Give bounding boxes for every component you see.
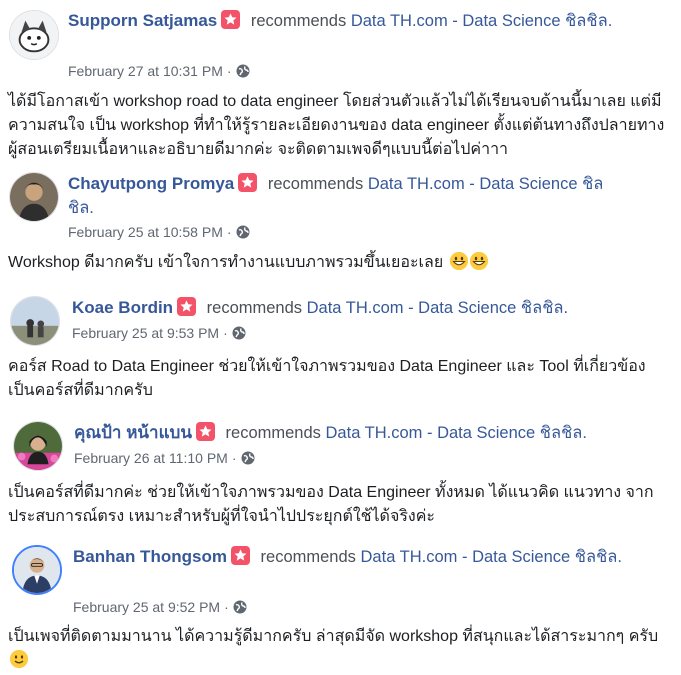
recommends-label: recommends — [260, 548, 356, 566]
review-text: ได้มีโอกาสเข้า workshop road to data eng… — [8, 93, 665, 158]
avatar[interactable] — [9, 10, 59, 60]
page-link[interactable]: Data TH.com - Data Science ชิลชิล. — [307, 299, 568, 317]
review-meta: February 25 at 10:58 PM · — [68, 223, 250, 241]
timestamp[interactable]: February 26 at 11:10 PM — [74, 450, 228, 466]
review-text: เป็นเพจที่ติดตามมานาน ได้ความรู้ดีมากครั… — [8, 625, 668, 673]
recommends-label: recommends — [267, 175, 364, 193]
review-header: Supporn Satjamas recommends Data TH.com … — [68, 9, 628, 33]
smiling-face-emoji — [10, 650, 28, 668]
separator: · — [226, 63, 232, 79]
globe-icon — [232, 326, 246, 340]
timestamp[interactable]: February 25 at 10:58 PM — [68, 224, 223, 240]
recommend-star-icon — [195, 422, 215, 441]
review-header: Chayutpong Promya recommends Data TH.com… — [68, 172, 628, 220]
recommends-label: recommends — [206, 299, 303, 317]
review-text: Workshop ดีมากครับ เข้าใจการทำงานแบบภาพร… — [8, 251, 668, 275]
avatar[interactable] — [12, 545, 62, 595]
review-text-content: Workshop ดีมากครับ เข้าใจการทำงานแบบภาพร… — [8, 254, 444, 271]
recommendations-feed: Supporn Satjamas recommends Data TH.com … — [0, 0, 681, 675]
avatar[interactable] — [9, 172, 59, 222]
reviewer-name[interactable]: Banhan Thongsom — [73, 547, 227, 566]
recommend-star-icon — [238, 173, 258, 192]
page-link[interactable]: Data TH.com - Data Science ชิลชิล. — [351, 12, 612, 30]
globe-icon — [241, 451, 255, 465]
review-meta: February 25 at 9:53 PM · — [72, 324, 246, 342]
review-meta: February 26 at 11:10 PM · — [74, 449, 255, 467]
review-header: คุณป้า หน้าแบน recommends Data TH.com - … — [74, 421, 634, 445]
separator: · — [231, 450, 237, 466]
review-header: Koae Bordin recommends Data TH.com - Dat… — [72, 296, 632, 320]
reviewer-name[interactable]: Supporn Satjamas — [68, 11, 217, 30]
avatar[interactable] — [10, 296, 60, 346]
separator: · — [223, 325, 228, 341]
recommends-label: recommends — [225, 424, 321, 442]
reviewer-name[interactable]: Chayutpong Promya — [68, 174, 234, 193]
review-text-content: เป็นเพจที่ติดตามมานาน ได้ความรู้ดีมากครั… — [8, 628, 659, 645]
grinning-face-emoji — [469, 252, 488, 270]
separator: · — [224, 599, 229, 615]
recommend-star-icon — [177, 297, 197, 316]
timestamp[interactable]: February 25 at 9:52 PM — [73, 599, 220, 615]
review-meta: February 27 at 10:31 PM · — [68, 62, 250, 80]
review-text: เป็นคอร์สที่ดีมากค่ะ ช่วยให้เข้าใจภาพรวม… — [8, 484, 654, 525]
recommend-star-icon — [230, 546, 250, 565]
page-link[interactable]: Data TH.com - Data Science ชิลชิล. — [361, 548, 622, 566]
timestamp[interactable]: February 25 at 9:53 PM — [72, 325, 219, 341]
page-link[interactable]: Data TH.com - Data Science ชิลชิล. — [326, 424, 587, 442]
grinning-face-emoji — [449, 252, 468, 270]
globe-icon — [236, 225, 250, 239]
review-header: Banhan Thongsom recommends Data TH.com -… — [73, 545, 633, 569]
recommend-star-icon — [221, 10, 241, 29]
separator: · — [226, 224, 232, 240]
reviewer-name[interactable]: Koae Bordin — [72, 298, 173, 317]
review-text: คอร์ส Road to Data Engineer ช่วยให้เข้าใ… — [8, 358, 646, 399]
review-meta: February 25 at 9:52 PM · — [73, 598, 247, 616]
timestamp[interactable]: February 27 at 10:31 PM — [68, 63, 223, 79]
reviewer-name[interactable]: คุณป้า หน้าแบน — [74, 423, 192, 442]
globe-icon — [236, 64, 250, 78]
recommends-label: recommends — [250, 12, 347, 30]
avatar[interactable] — [13, 421, 63, 471]
globe-icon — [233, 600, 247, 614]
